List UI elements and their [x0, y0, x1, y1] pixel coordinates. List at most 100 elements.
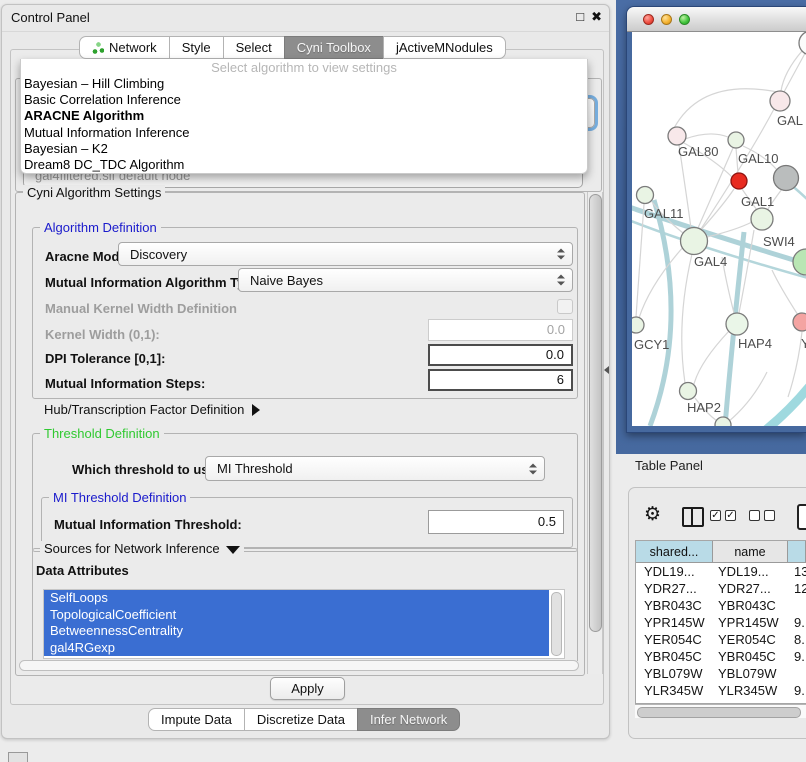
table-row[interactable]: YPR145WYPR145W9. — [636, 614, 806, 631]
bottom-left-partial-widget[interactable] — [8, 752, 28, 762]
network-view-window: GALGAL80GAL10GAL1GAL11SWI4GAL4GCY1HAP4YH… — [626, 6, 806, 433]
table-row[interactable]: YLR345WYLR345W9. — [636, 682, 806, 699]
node-gal-top[interactable] — [770, 91, 790, 111]
float-panel-icon[interactable]: □ — [576, 9, 584, 25]
column-header-shared[interactable]: shared... — [636, 541, 713, 563]
node-gal80[interactable] — [668, 127, 686, 145]
table-row[interactable]: YBR045CYBR045C9. — [636, 648, 806, 665]
checked-checkbox-icon[interactable]: ✓ — [710, 510, 721, 521]
table-row[interactable]: YDR27...YDR27...12 — [636, 580, 806, 597]
table-hscrollbar[interactable] — [635, 704, 806, 718]
hide-columns-unchecked-icons[interactable] — [749, 510, 775, 521]
node-hap4[interactable] — [726, 313, 748, 335]
mi-threshold-definition-title: MI Threshold Definition — [49, 490, 190, 505]
tab-jactivemnodules[interactable]: jActiveMNodules — [383, 36, 506, 59]
attribute-item-selfloops[interactable]: SelfLoops — [44, 590, 549, 607]
table-row[interactable]: YER054CYER054C8. — [636, 631, 806, 648]
node-swi4[interactable] — [793, 249, 806, 275]
column-header-3[interactable] — [788, 541, 806, 563]
checked-checkbox-icon[interactable]: ✓ — [725, 510, 736, 521]
tab-select[interactable]: Select — [223, 36, 285, 59]
table-header-row: shared...name — [636, 541, 806, 563]
table-row[interactable]: YIL052CYIL052C9 — [636, 699, 806, 703]
manual-kernel-checkbox[interactable] — [557, 299, 573, 314]
algorithm-option-basic-correlation-inference[interactable]: Basic Correlation Inference — [21, 92, 587, 108]
tab-infer-network[interactable]: Infer Network — [357, 708, 460, 731]
unchecked-checkbox-icon[interactable] — [764, 510, 775, 521]
data-attributes-list[interactable]: SelfLoopsTopologicalCoefficientBetweenne… — [43, 589, 565, 659]
node-partial-bottom[interactable] — [715, 417, 731, 426]
close-panel-icon[interactable]: ✖ — [591, 9, 602, 25]
node-gcy1[interactable] — [632, 317, 644, 333]
node-partial-top[interactable] — [799, 32, 806, 55]
new-table-icon[interactable] — [797, 504, 806, 530]
algorithm-option-dream8-dc-tdc-algorithm[interactable]: Dream8 DC_TDC Algorithm — [21, 157, 587, 173]
mi-threshold-field[interactable]: 0.5 — [428, 510, 564, 534]
data-attributes-label: Data Attributes — [36, 563, 129, 578]
aracne-mode-combo[interactable]: Discovery — [118, 242, 573, 266]
table-cell: YLR345W — [713, 682, 788, 699]
tab-impute-data[interactable]: Impute Data — [148, 708, 245, 731]
table-row[interactable]: YBR043CYBR043C — [636, 597, 806, 614]
tab-cyni-toolbox[interactable]: Cyni Toolbox — [284, 36, 384, 59]
cyni-algorithm-settings-group: Cyni Algorithm Settings Algorithm Defini… — [15, 192, 585, 676]
node-table: shared...name YDL19...YDL19...13YDR27...… — [635, 540, 806, 704]
tab-discretize-data[interactable]: Discretize Data — [244, 708, 358, 731]
settings-hscrollbar[interactable] — [18, 659, 580, 672]
list-scrollbar-thumb[interactable] — [551, 592, 562, 656]
sources-group-title[interactable]: Sources for Network Inference — [40, 541, 244, 556]
network-window-titlebar[interactable] — [627, 7, 806, 32]
node-gal10[interactable] — [728, 132, 744, 148]
table-hscrollbar-thumb[interactable] — [637, 707, 801, 718]
cyni-toolbox-panel: gal4filtered.sif default node Select alg… — [10, 49, 604, 705]
column-header-name[interactable]: name — [713, 541, 788, 563]
node-red[interactable] — [731, 173, 747, 189]
algorithm-option-mutual-information-inference[interactable]: Mutual Information Inference — [21, 125, 587, 141]
kernel-width-field[interactable]: 0.0 — [428, 319, 573, 341]
zoom-window-icon[interactable] — [679, 14, 690, 25]
algorithm-option-bayesian-hill-climbing[interactable]: Bayesian – Hill Climbing — [21, 76, 587, 92]
control-panel-tab-bar: NetworkStyleSelectCyni ToolboxjActiveMNo… — [79, 36, 506, 59]
node-hap2[interactable] — [680, 383, 697, 400]
attribute-item-gal4rgexp[interactable]: gal4RGexp — [44, 640, 549, 657]
table-cell: YIL052C — [636, 699, 713, 703]
table-row[interactable]: YDL19...YDL19...13 — [636, 563, 806, 580]
threshold-definition-title: Threshold Definition — [40, 426, 164, 441]
algorithm-option-aracne-algorithm[interactable]: ARACNE Algorithm — [21, 108, 587, 124]
close-window-icon[interactable] — [643, 14, 654, 25]
tab-network[interactable]: Network — [79, 36, 170, 59]
hub-definition-toggle[interactable]: Hub/Transcription Factor Definition — [44, 402, 260, 417]
tab-style[interactable]: Style — [169, 36, 224, 59]
show-columns-checked-icons[interactable]: ✓ ✓ — [710, 510, 736, 521]
table-cell: YBL079W — [636, 665, 713, 682]
unchecked-checkbox-icon[interactable] — [749, 510, 760, 521]
panel-resize-handle-icon[interactable] — [604, 366, 609, 374]
node-gal11[interactable] — [637, 187, 654, 204]
settings-vscrollbar-thumb[interactable] — [589, 194, 602, 632]
split-columns-icon[interactable] — [682, 507, 704, 527]
gear-icon[interactable]: ⚙ — [644, 504, 661, 526]
node-gal4[interactable] — [681, 228, 708, 255]
mi-type-combo[interactable]: Naive Bayes — [238, 268, 573, 292]
which-threshold-combo[interactable]: MI Threshold — [205, 456, 545, 481]
apply-button[interactable]: Apply — [270, 677, 345, 700]
table-row[interactable]: YBL079WYBL079W — [636, 665, 806, 682]
dpi-tolerance-field[interactable]: 0.0 — [428, 344, 573, 366]
sources-group: Sources for Network Inference Data Attri… — [32, 548, 578, 661]
mi-steps-field[interactable]: 6 — [428, 369, 573, 391]
network-canvas[interactable]: GALGAL80GAL10GAL1GAL11SWI4GAL4GCY1HAP4YH… — [632, 32, 806, 426]
attribute-item-topologicalcoefficient[interactable]: TopologicalCoefficient — [44, 607, 549, 624]
table-cell: YBR043C — [636, 597, 713, 614]
node-salmon[interactable] — [793, 313, 806, 331]
minimize-window-icon[interactable] — [661, 14, 672, 25]
collapse-arrow-icon — [226, 546, 240, 554]
settings-vscrollbar[interactable] — [587, 192, 603, 674]
node-hap4-label: HAP4 — [738, 336, 772, 351]
algorithm-option-bayesian-k2[interactable]: Bayesian – K2 — [21, 141, 587, 157]
table-cell: 9 — [788, 699, 806, 703]
attribute-item-betweennesscentrality[interactable]: BetweennessCentrality — [44, 623, 549, 640]
table-cell — [788, 665, 806, 682]
table-cell: YBL079W — [713, 665, 788, 682]
node-gray[interactable] — [774, 166, 799, 191]
node-gal1[interactable] — [751, 208, 773, 230]
